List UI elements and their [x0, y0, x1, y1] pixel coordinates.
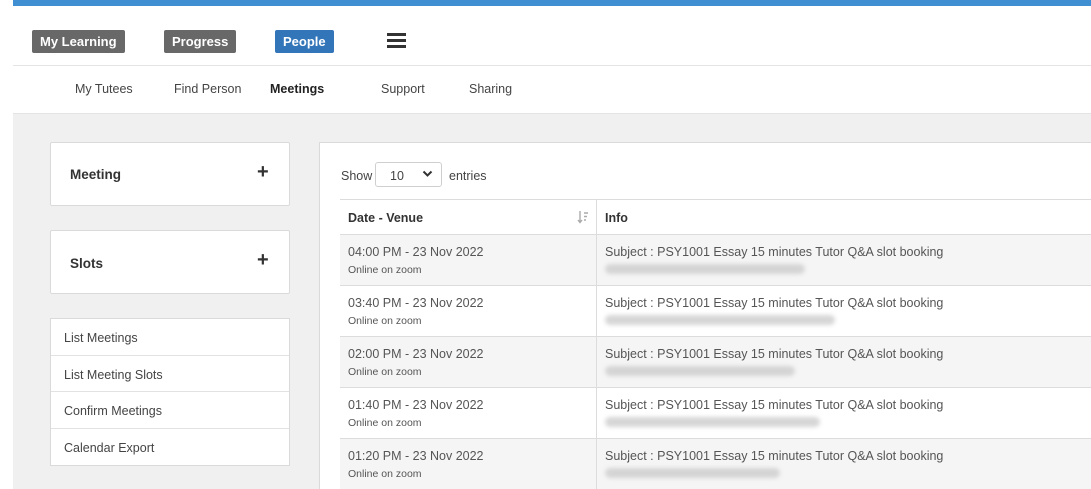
subnav-meetings[interactable]: Meetings	[270, 82, 324, 96]
redacted-text	[605, 315, 835, 325]
row-venue: Online on zoom	[348, 468, 422, 480]
subnav-my-tutees[interactable]: My Tutees	[75, 82, 133, 96]
header: My Learning Progress People	[13, 6, 1091, 66]
show-label: Show	[341, 169, 373, 183]
meetings-table-panel: Show 10 entries Date - Venue Info 04:00 …	[319, 142, 1091, 489]
row-subject: Subject : PSY1001 Essay 15 minutes Tutor…	[605, 347, 944, 361]
sort-icon[interactable]	[577, 210, 589, 227]
nav-my-learning-button[interactable]: My Learning	[32, 30, 125, 53]
add-slot-plus-icon[interactable]: +	[257, 250, 269, 270]
sidebar-link-confirm-meetings[interactable]: Confirm Meetings	[51, 392, 289, 429]
entries-label: entries	[449, 169, 487, 183]
column-divider	[596, 286, 597, 336]
row-venue: Online on zoom	[348, 315, 422, 327]
redacted-text	[605, 264, 805, 274]
row-date: 04:00 PM - 23 Nov 2022	[348, 245, 484, 259]
table-row[interactable]: 01:20 PM - 23 Nov 2022 Online on zoom Su…	[340, 439, 1091, 489]
sidebar-link-list-meeting-slots[interactable]: List Meeting Slots	[51, 356, 289, 392]
entries-select[interactable]: 10	[375, 162, 442, 187]
subnav-support[interactable]: Support	[381, 82, 425, 96]
subnav-find-person[interactable]: Find Person	[174, 82, 241, 96]
table-row[interactable]: 02:00 PM - 23 Nov 2022 Online on zoom Su…	[340, 337, 1091, 388]
column-header-date-venue[interactable]: Date - Venue	[348, 211, 423, 225]
slots-panel[interactable]: Slots +	[50, 230, 290, 294]
redacted-text	[605, 366, 795, 376]
sub-navigation: My Tutees Find Person Meetings Support S…	[13, 66, 1091, 114]
row-venue: Online on zoom	[348, 366, 422, 378]
add-meeting-plus-icon[interactable]: +	[257, 162, 269, 182]
content-area: Meeting + Slots + List Meetings List Mee…	[13, 114, 1091, 489]
meeting-panel[interactable]: Meeting +	[50, 142, 290, 206]
row-venue: Online on zoom	[348, 417, 422, 429]
redacted-text	[605, 468, 780, 478]
row-subject: Subject : PSY1001 Essay 15 minutes Tutor…	[605, 296, 944, 310]
table-row[interactable]: 01:40 PM - 23 Nov 2022 Online on zoom Su…	[340, 388, 1091, 439]
sidebar-link-calendar-export[interactable]: Calendar Export	[51, 429, 289, 466]
row-subject: Subject : PSY1001 Essay 15 minutes Tutor…	[605, 245, 944, 259]
redacted-text	[605, 417, 820, 427]
sidebar-link-list-meetings[interactable]: List Meetings	[51, 319, 289, 356]
row-subject: Subject : PSY1001 Essay 15 minutes Tutor…	[605, 449, 944, 463]
meeting-panel-title: Meeting	[70, 167, 122, 182]
table-row[interactable]: 04:00 PM - 23 Nov 2022 Online on zoom Su…	[340, 235, 1091, 286]
row-date: 03:40 PM - 23 Nov 2022	[348, 296, 484, 310]
row-date: 01:20 PM - 23 Nov 2022	[348, 449, 484, 463]
column-divider	[596, 200, 597, 234]
table-header: Date - Venue Info	[340, 199, 1091, 235]
row-venue: Online on zoom	[348, 264, 422, 276]
slots-panel-title: Slots	[70, 256, 104, 271]
sidebar-links: List Meetings List Meeting Slots Confirm…	[50, 318, 290, 466]
row-date: 02:00 PM - 23 Nov 2022	[348, 347, 484, 361]
nav-progress-button[interactable]: Progress	[164, 30, 237, 53]
chevron-down-icon	[422, 168, 433, 182]
nav-people-button[interactable]: People	[275, 30, 334, 53]
hamburger-menu-icon[interactable]	[387, 33, 406, 48]
column-divider	[596, 439, 597, 489]
column-divider	[596, 388, 597, 438]
row-date: 01:40 PM - 23 Nov 2022	[348, 398, 484, 412]
column-divider	[596, 235, 597, 285]
column-divider	[596, 337, 597, 387]
entries-select-value: 10	[390, 169, 404, 183]
column-header-info[interactable]: Info	[605, 211, 628, 225]
subnav-sharing[interactable]: Sharing	[469, 82, 512, 96]
table-row[interactable]: 03:40 PM - 23 Nov 2022 Online on zoom Su…	[340, 286, 1091, 337]
meetings-table: Date - Venue Info 04:00 PM - 23 Nov 2022…	[340, 199, 1091, 489]
row-subject: Subject : PSY1001 Essay 15 minutes Tutor…	[605, 398, 944, 412]
